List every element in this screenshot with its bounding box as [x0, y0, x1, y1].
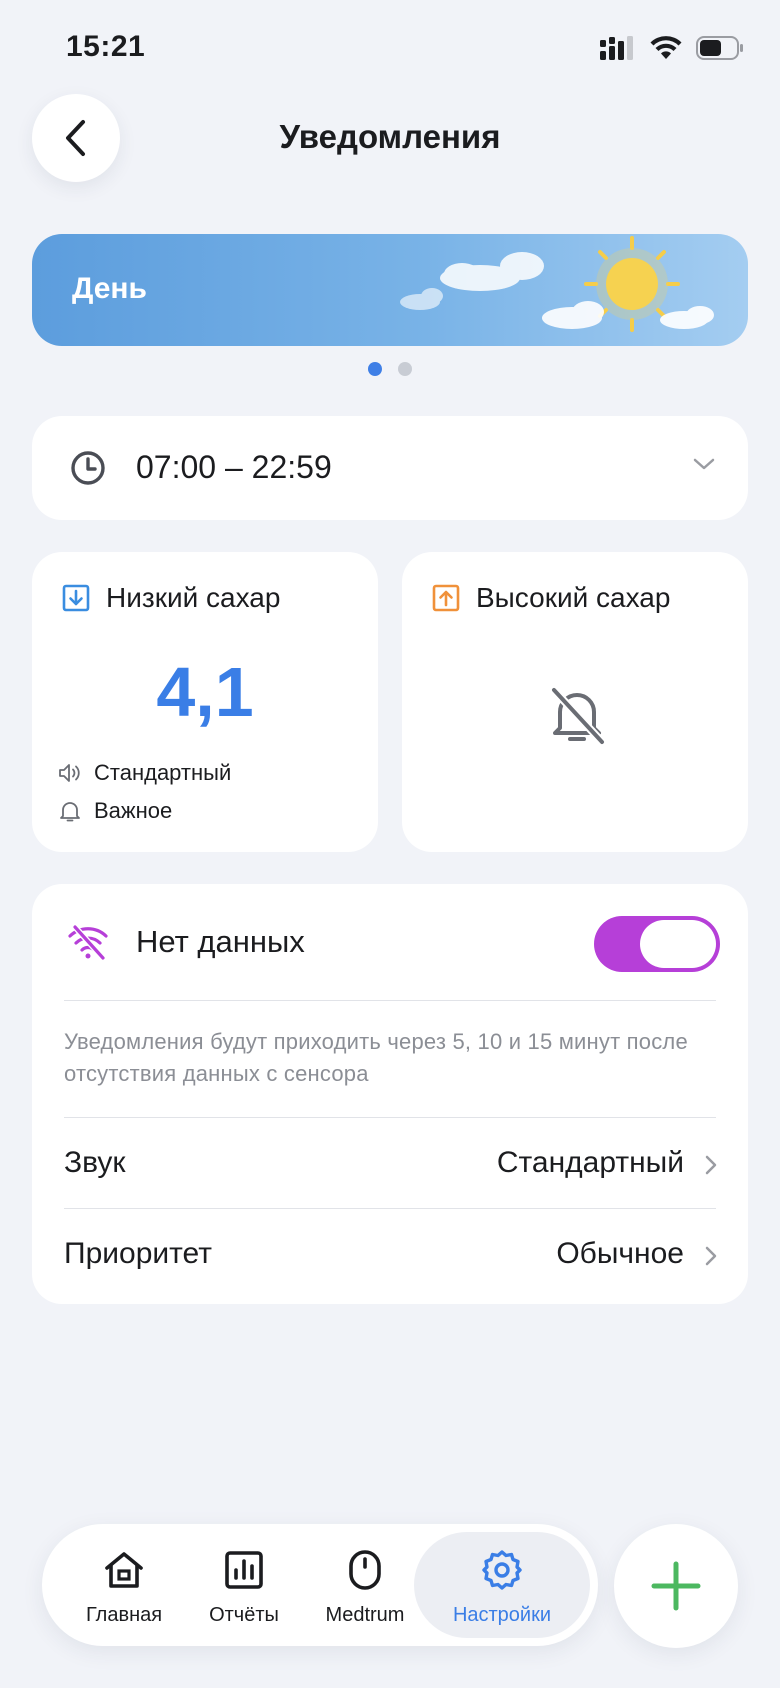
priority-setting-row[interactable]: Приоритет Обычное [32, 1209, 748, 1299]
plus-icon [651, 1561, 701, 1611]
tab-settings[interactable]: Настройки [414, 1532, 590, 1638]
page-title: Уведомления [279, 118, 501, 155]
toggle-knob [640, 920, 716, 968]
bell-off-icon [550, 686, 606, 746]
status-icons [600, 36, 744, 60]
tab-reports-label: Отчёты [209, 1604, 279, 1626]
low-sugar-threshold: 4,1 [156, 653, 254, 731]
day-banner[interactable]: День [32, 234, 748, 346]
tab-reports-icon-wrap [224, 1548, 264, 1592]
tab-settings-icon-wrap [481, 1548, 523, 1592]
no-data-label: Нет данных [136, 924, 305, 959]
bell-icon [60, 802, 80, 822]
sound-setting-value: Стандартный [496, 1146, 684, 1179]
tab-home-label: Главная [85, 1604, 163, 1626]
bottom-tab-bar: Главная Отчёты Medtrum Настройки [42, 1524, 598, 1646]
pager-dot-active[interactable] [368, 362, 382, 376]
wifi-off-icon [68, 924, 108, 960]
tab-medtrum[interactable]: Medtrum [304, 1524, 426, 1646]
battery-icon [696, 36, 743, 60]
status-bar: 15:21 [0, 0, 780, 96]
no-data-card: Нет данных Уведомления будут приходить ч… [32, 884, 748, 1304]
no-data-toggle[interactable] [594, 916, 720, 972]
banner-pager [0, 362, 780, 376]
low-sugar-sound-value: Стандартный [94, 760, 232, 785]
tab-medtrum-label: Medtrum [325, 1604, 405, 1626]
high-sugar-card[interactable]: Высокий сахар [402, 552, 748, 852]
sensor-icon [349, 1550, 381, 1590]
low-sugar-card[interactable]: Низкий сахар 4,1 Стандартный Важное [32, 552, 378, 852]
bar-chart-icon [225, 1551, 263, 1589]
time-range-value: 07:00 – 22:59 [136, 449, 332, 485]
chevron-right-icon [705, 1246, 717, 1266]
low-sugar-header: Низкий сахар [62, 582, 280, 614]
notifications-screen: 15:21 Уведомления День 07:00 – 22:59 Низ… [0, 0, 780, 1688]
chevron-right-icon [705, 1155, 717, 1175]
house-icon [105, 1552, 143, 1588]
speaker-icon [59, 764, 80, 782]
cellular-signal-icon [600, 36, 633, 60]
tab-home[interactable]: Главная [64, 1524, 184, 1646]
no-data-description: Уведомления будут приходить через 5, 10 … [64, 1029, 688, 1086]
chevron-down-icon [693, 458, 715, 470]
arrow-up-box-icon [432, 584, 460, 612]
high-sugar-header: Высокий сахар [432, 582, 670, 614]
tab-home-icon-wrap [103, 1548, 145, 1592]
wifi-icon [650, 36, 682, 59]
low-sugar-priority-value: Важное [94, 798, 173, 823]
priority-setting-value: Обычное [556, 1237, 684, 1270]
tab-reports[interactable]: Отчёты [184, 1524, 304, 1646]
no-data-row: Нет данных [32, 884, 748, 1000]
divider [64, 1000, 716, 1001]
banner-label: День [72, 272, 147, 305]
add-button[interactable] [614, 1524, 738, 1648]
gear-icon [482, 1550, 522, 1590]
high-sugar-label: Высокий сахар [476, 582, 671, 613]
tab-settings-label: Настройки [452, 1604, 552, 1626]
sound-setting-row[interactable]: Звук Стандартный [32, 1118, 748, 1208]
low-sugar-priority: Важное [58, 798, 172, 824]
clock-icon [71, 451, 105, 485]
low-sugar-sound: Стандартный [58, 760, 231, 786]
low-sugar-label: Низкий сахар [106, 582, 281, 613]
tab-medtrum-icon-wrap [348, 1548, 382, 1592]
status-time: 15:21 [66, 30, 146, 63]
arrow-down-box-icon [62, 584, 90, 612]
pager-dot[interactable] [398, 362, 412, 376]
time-range-selector[interactable]: 07:00 – 22:59 [32, 416, 748, 520]
priority-setting-name: Приоритет [64, 1237, 212, 1270]
sound-setting-name: Звук [64, 1146, 126, 1179]
